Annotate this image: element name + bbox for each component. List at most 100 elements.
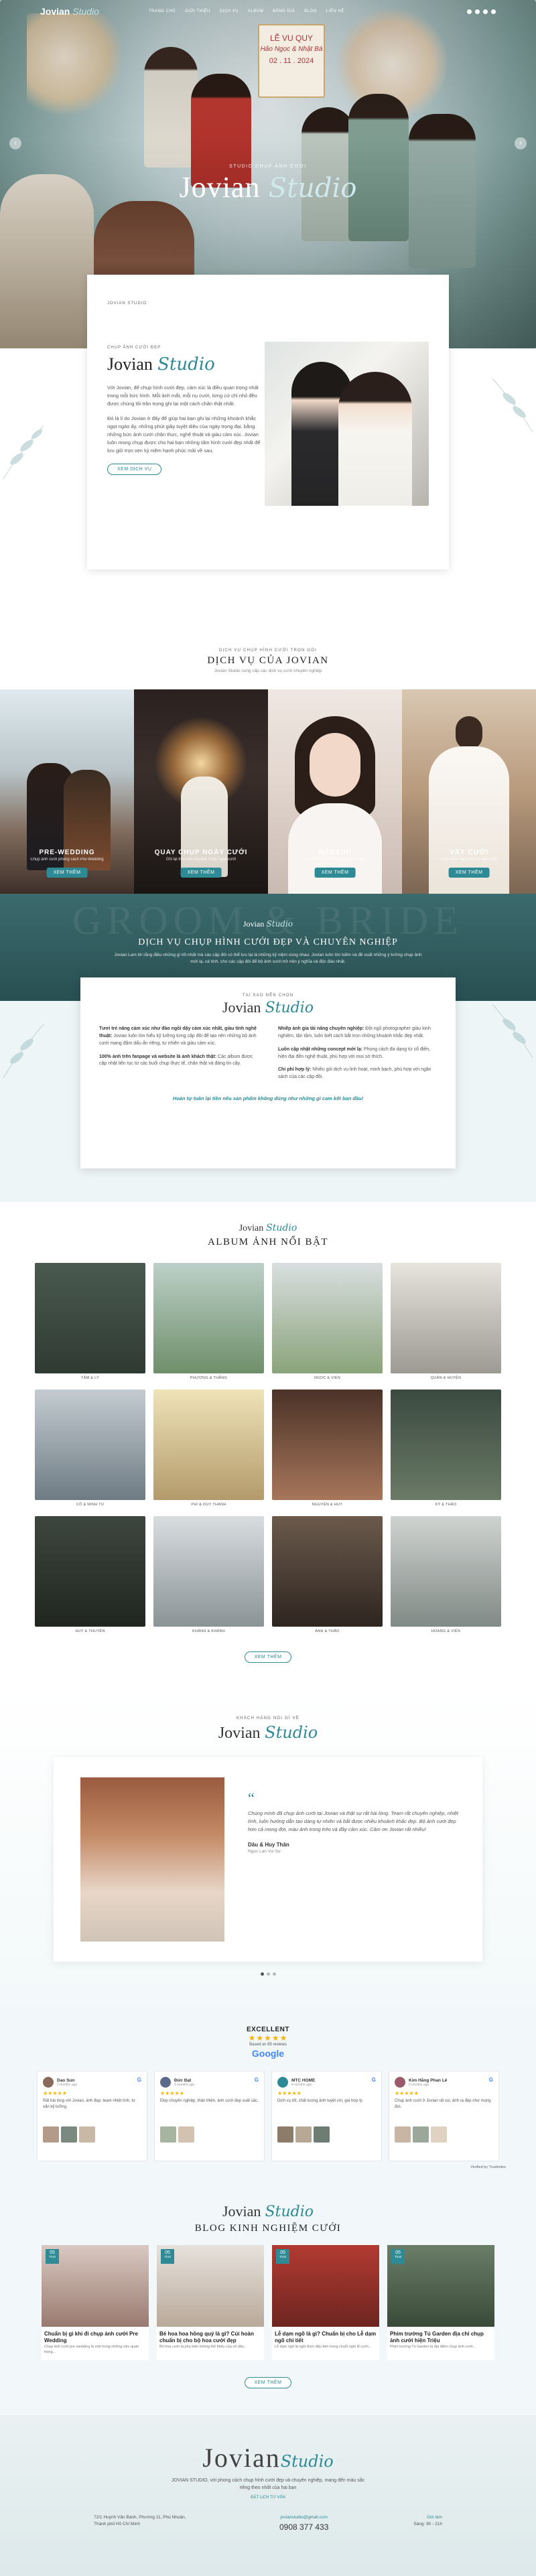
post-date: 05 Th10: [161, 2249, 174, 2264]
post-day: 05: [50, 2250, 55, 2255]
testimonial-kicker: Khách hàng nói gì về: [236, 1716, 299, 1720]
album-photo: [35, 1263, 145, 1373]
album-photo: [272, 1389, 383, 1500]
reviews-count: Based on 85 reviews: [249, 2043, 287, 2047]
nav-item-blog[interactable]: Blog: [304, 9, 317, 13]
album-item[interactable]: Nguyên & Huy: [272, 1389, 383, 1508]
album-item[interactable]: Tâm & Ly: [35, 1263, 145, 1381]
review-text: Rất hài lòng với Jovian, ảnh đẹp, team n…: [43, 2099, 136, 2109]
avatar: [277, 2077, 288, 2088]
album-item[interactable]: Phương & Thắng: [153, 1263, 264, 1381]
facebook-icon[interactable]: [467, 9, 472, 14]
review-thumb[interactable]: [395, 2126, 411, 2143]
service-card-makeup[interactable]: Makeup Trang điểm cô dâu chuyên nghiệp X…: [268, 689, 402, 894]
service-card-dress[interactable]: Váy cưới Cho thuê váy cưới, áo dài cưới …: [402, 689, 536, 894]
hero-prev-arrow[interactable]: ‹: [9, 137, 21, 149]
album-item[interactable]: Quân & Huyền: [391, 1263, 501, 1381]
google-logo: Google: [251, 2048, 285, 2059]
carousel-dot[interactable]: [260, 1972, 264, 1976]
service-card-wedding-day[interactable]: Quay chụp ngày cưới Ghi lại trọn vẹn kho…: [134, 689, 268, 894]
why-point-bold: Nhiếp ảnh gia tài năng chuyên nghiệp:: [278, 1026, 364, 1031]
youtube-icon[interactable]: [483, 9, 488, 14]
reviews-header: EXCELLENT ★★★★★ Based on 85 reviews Goog…: [0, 2026, 536, 2059]
sign-title: LỄ VU QUY: [269, 33, 314, 43]
album-more-button[interactable]: Xem thêm: [244, 1651, 292, 1663]
post-day: 05: [280, 2250, 285, 2255]
album-caption: Tâm & Ly: [80, 1376, 100, 1380]
reviewer-name: MTC HOME: [291, 2078, 316, 2083]
review-thumb[interactable]: [43, 2126, 59, 2143]
review-thumb[interactable]: [79, 2126, 95, 2143]
hero-next-arrow[interactable]: ›: [515, 137, 527, 149]
why-columns: Tươi trẻ năng cảm xúc như đào ngồi dậy c…: [99, 1026, 437, 1087]
footer-email[interactable]: jovianstudio@gmail.com: [279, 2514, 328, 2521]
album-item[interactable]: Anh & Thảo: [272, 1516, 383, 1635]
nav-item-about[interactable]: Giới thiệu: [185, 9, 210, 13]
post-title[interactable]: Bé hoa hoa hồng quý là gì? Cúi hoàn chuẩ…: [157, 2327, 264, 2344]
review-thumb[interactable]: [295, 2126, 312, 2143]
review-card[interactable]: MTC HOME 4 months ago G ★★★★★ Dịch vụ tốt…: [271, 2071, 382, 2161]
blog-post-image: 05 Th10: [157, 2245, 264, 2327]
service-more-button[interactable]: Xem thêm: [448, 868, 490, 878]
album-item[interactable]: Kỷ & Thảo: [391, 1389, 501, 1508]
album-item[interactable]: Cô & Minh Tú: [35, 1389, 145, 1508]
footer-logo[interactable]: JovianStudio: [0, 2442, 536, 2473]
album-photo: [272, 1263, 383, 1373]
album-item[interactable]: Phi & Duy Thanh: [153, 1389, 264, 1508]
blog-brand-main: Jovian: [222, 2203, 261, 2220]
instagram-icon[interactable]: [475, 9, 480, 14]
review-time: 5 months ago: [409, 2082, 429, 2087]
album-item[interactable]: Huy & Thuyên: [35, 1516, 145, 1635]
review-stars: ★★★★★: [43, 2090, 67, 2096]
album-item[interactable]: Khánh & Khánh: [153, 1516, 264, 1635]
blog-post[interactable]: 05 Th10 Lễ dạm ngõ là gì? Chuẩn bị cho Lễ…: [272, 2245, 379, 2360]
nav-item-home[interactable]: Trang chủ: [149, 9, 176, 13]
service-more-button[interactable]: Xem thêm: [180, 868, 222, 878]
service-card-prewedding[interactable]: Pre-Wedding Chụp ảnh cưới phong cách Pre…: [0, 689, 134, 894]
sign-names: Hảo Ngọc & Nhật Bá: [260, 46, 323, 53]
review-thumb[interactable]: [61, 2126, 77, 2143]
testimonial-name: Dâu & Huy Thân: [248, 1842, 289, 1848]
testimonial-card: “ Chúng mình đã chụp ảnh cưới tại Jovian…: [54, 1757, 482, 1962]
tiktok-icon[interactable]: [491, 9, 496, 14]
blog-post[interactable]: 05 Th10 Chuẩn bị gì khi đi chụp ảnh cưới …: [42, 2245, 149, 2360]
post-title[interactable]: Chuẩn bị gì khi đi chụp ảnh cưới Pre Wed…: [42, 2327, 149, 2344]
nav-item-services[interactable]: Dịch vụ: [220, 9, 239, 13]
album-caption: Phi & Duy Thanh: [191, 1503, 226, 1507]
review-card[interactable]: Kim Hằng Phan Lê 5 months ago G ★★★★★ Chụ…: [389, 2071, 499, 2161]
album-item[interactable]: Hoàng & Viên: [391, 1516, 501, 1635]
blog-post[interactable]: 05 Th10 Bé hoa hoa hồng quý là gì? Cúi ho…: [157, 2245, 264, 2360]
review-thumb[interactable]: [413, 2126, 429, 2143]
review-thumb[interactable]: [431, 2126, 447, 2143]
nav-item-album[interactable]: Album: [248, 9, 263, 13]
nav-item-contact[interactable]: Liên hệ: [326, 9, 344, 13]
carousel-dot[interactable]: [272, 1972, 276, 1976]
reviewer-name: Đức Đạt: [174, 2078, 192, 2083]
post-title[interactable]: Lễ dạm ngõ là gì? Chuẩn bị cho Lễ dạm ng…: [272, 2327, 379, 2344]
post-title[interactable]: Phim trường Tú Garden địa chỉ chụp ảnh c…: [387, 2327, 494, 2344]
service-more-button[interactable]: Xem thêm: [314, 868, 356, 878]
footer-booking-link[interactable]: Đặt lịch tư vấn: [0, 2496, 536, 2500]
footer-phone[interactable]: 0908 377 433: [279, 2521, 328, 2534]
avatar: [395, 2077, 405, 2088]
why-brand: Jovian Studio: [99, 999, 437, 1016]
service-more-button[interactable]: Xem thêm: [46, 868, 88, 878]
carousel-dot[interactable]: [266, 1972, 270, 1976]
review-card[interactable]: Dao Sun 2 months ago G ★★★★★ Rất hài lòng…: [37, 2071, 147, 2161]
refund-guarantee: Hoàn tự tuân lại tiền nếu sản phẩm không…: [172, 1095, 364, 1102]
review-thumb[interactable]: [160, 2126, 176, 2143]
blog-more-button[interactable]: Xem thêm: [244, 2377, 292, 2388]
blog-brand-script: Studio: [265, 2204, 314, 2220]
review-card[interactable]: Đức Đạt 3 months ago G ★★★★★ Ekip chuyên …: [154, 2071, 265, 2161]
nav-item-pricing[interactable]: Bảng giá: [273, 9, 295, 13]
album-item[interactable]: Ngọc & Viên: [272, 1263, 383, 1381]
review-thumb[interactable]: [178, 2126, 194, 2143]
leaf-decor-right: [492, 1004, 533, 1059]
leaf-decor-right: [492, 378, 533, 433]
review-thumb[interactable]: [277, 2126, 293, 2143]
blog-brand: Jovian Studio: [0, 2203, 536, 2220]
view-services-button[interactable]: Xem dịch vụ: [107, 464, 162, 475]
review-thumb[interactable]: [314, 2126, 330, 2143]
blog-post[interactable]: 05 Th10 Phim trường Tú Garden địa chỉ chụ…: [387, 2245, 494, 2360]
nav-logo[interactable]: Jovian Studio: [40, 6, 99, 17]
